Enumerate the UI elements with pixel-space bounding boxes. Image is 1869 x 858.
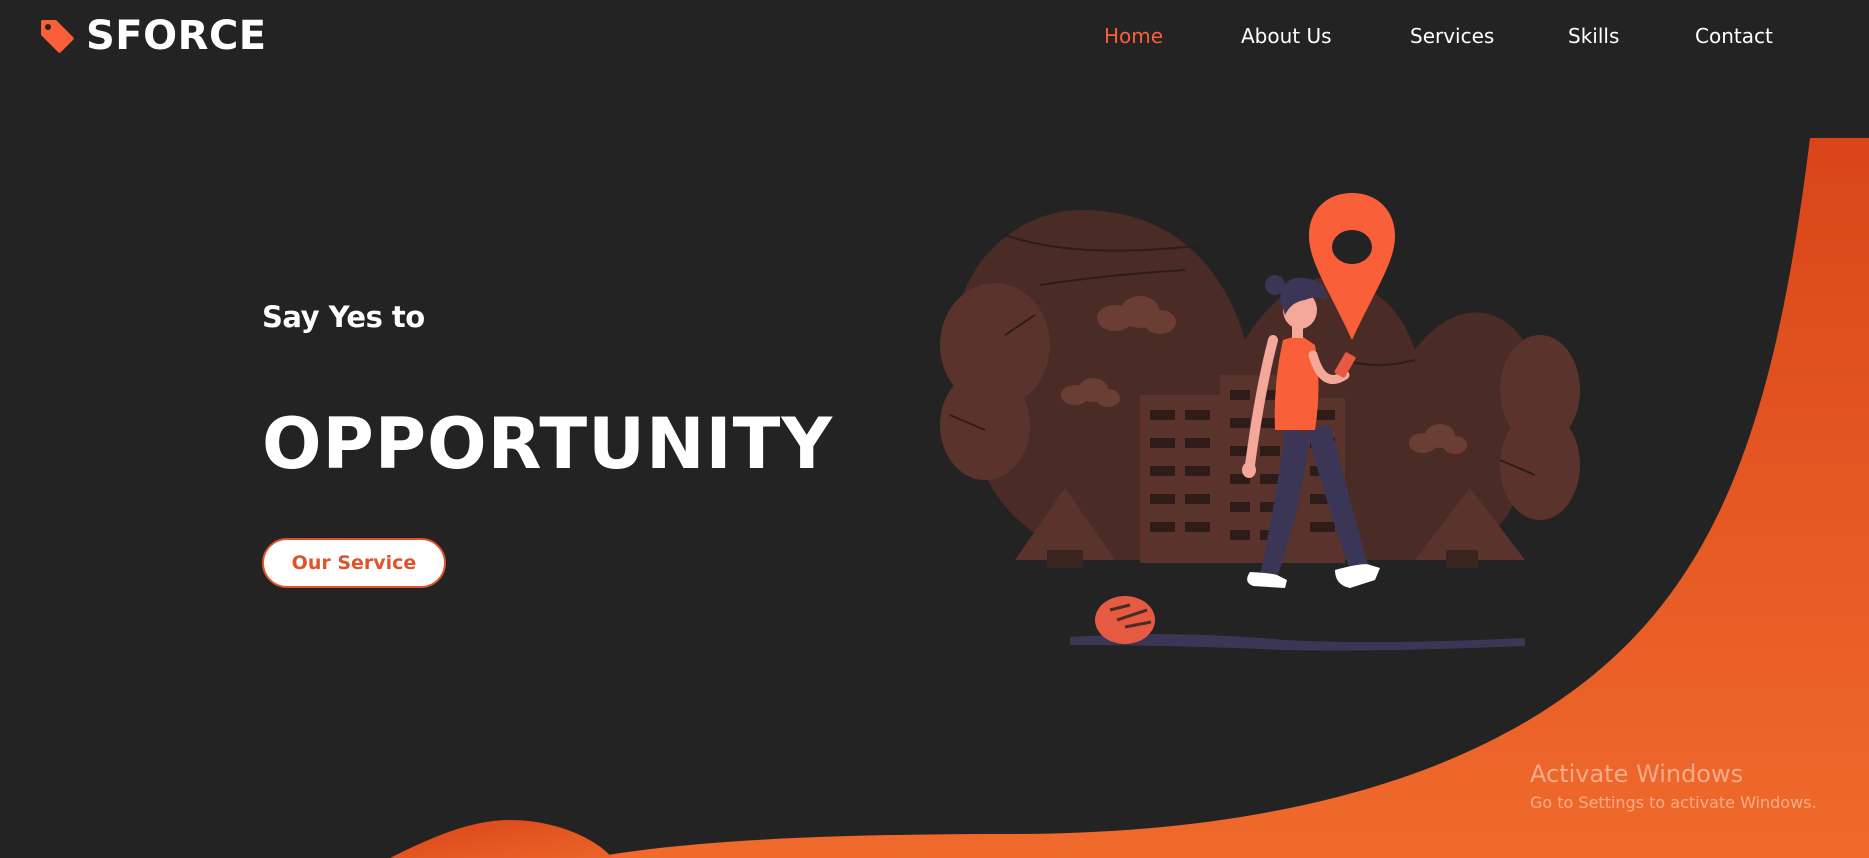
watermark-title: Activate Windows [1530, 760, 1744, 788]
nav-item-about-us[interactable]: About Us [1241, 22, 1332, 50]
hero-headline: OPPORTUNITY [262, 403, 834, 485]
navbar: SFORCE Home About Us Services Skills Con… [0, 0, 1869, 72]
tree-icon [1499, 335, 1580, 520]
watermark-subtitle: Go to Settings to activate Windows. [1530, 793, 1817, 812]
windows-activation-watermark: Activate Windows Go to Settings to activ… [1530, 758, 1817, 816]
nav-item-skills[interactable]: Skills [1568, 22, 1619, 50]
nav-item-services[interactable]: Services [1410, 22, 1494, 50]
hero-tagline: Say Yes to [262, 300, 425, 334]
bush-icon [1095, 596, 1155, 644]
hero-section: Say Yes to OPPORTUNITY Our Service [262, 292, 832, 588]
nav-menu: Home About Us Services Skills Contact [0, 22, 1869, 52]
nav-item-home[interactable]: Home [1104, 22, 1163, 50]
our-service-button[interactable]: Our Service [262, 538, 446, 588]
landing-page: SFORCE Home About Us Services Skills Con… [0, 0, 1869, 858]
nav-item-contact[interactable]: Contact [1695, 22, 1773, 50]
hero-illustration [940, 193, 1580, 651]
